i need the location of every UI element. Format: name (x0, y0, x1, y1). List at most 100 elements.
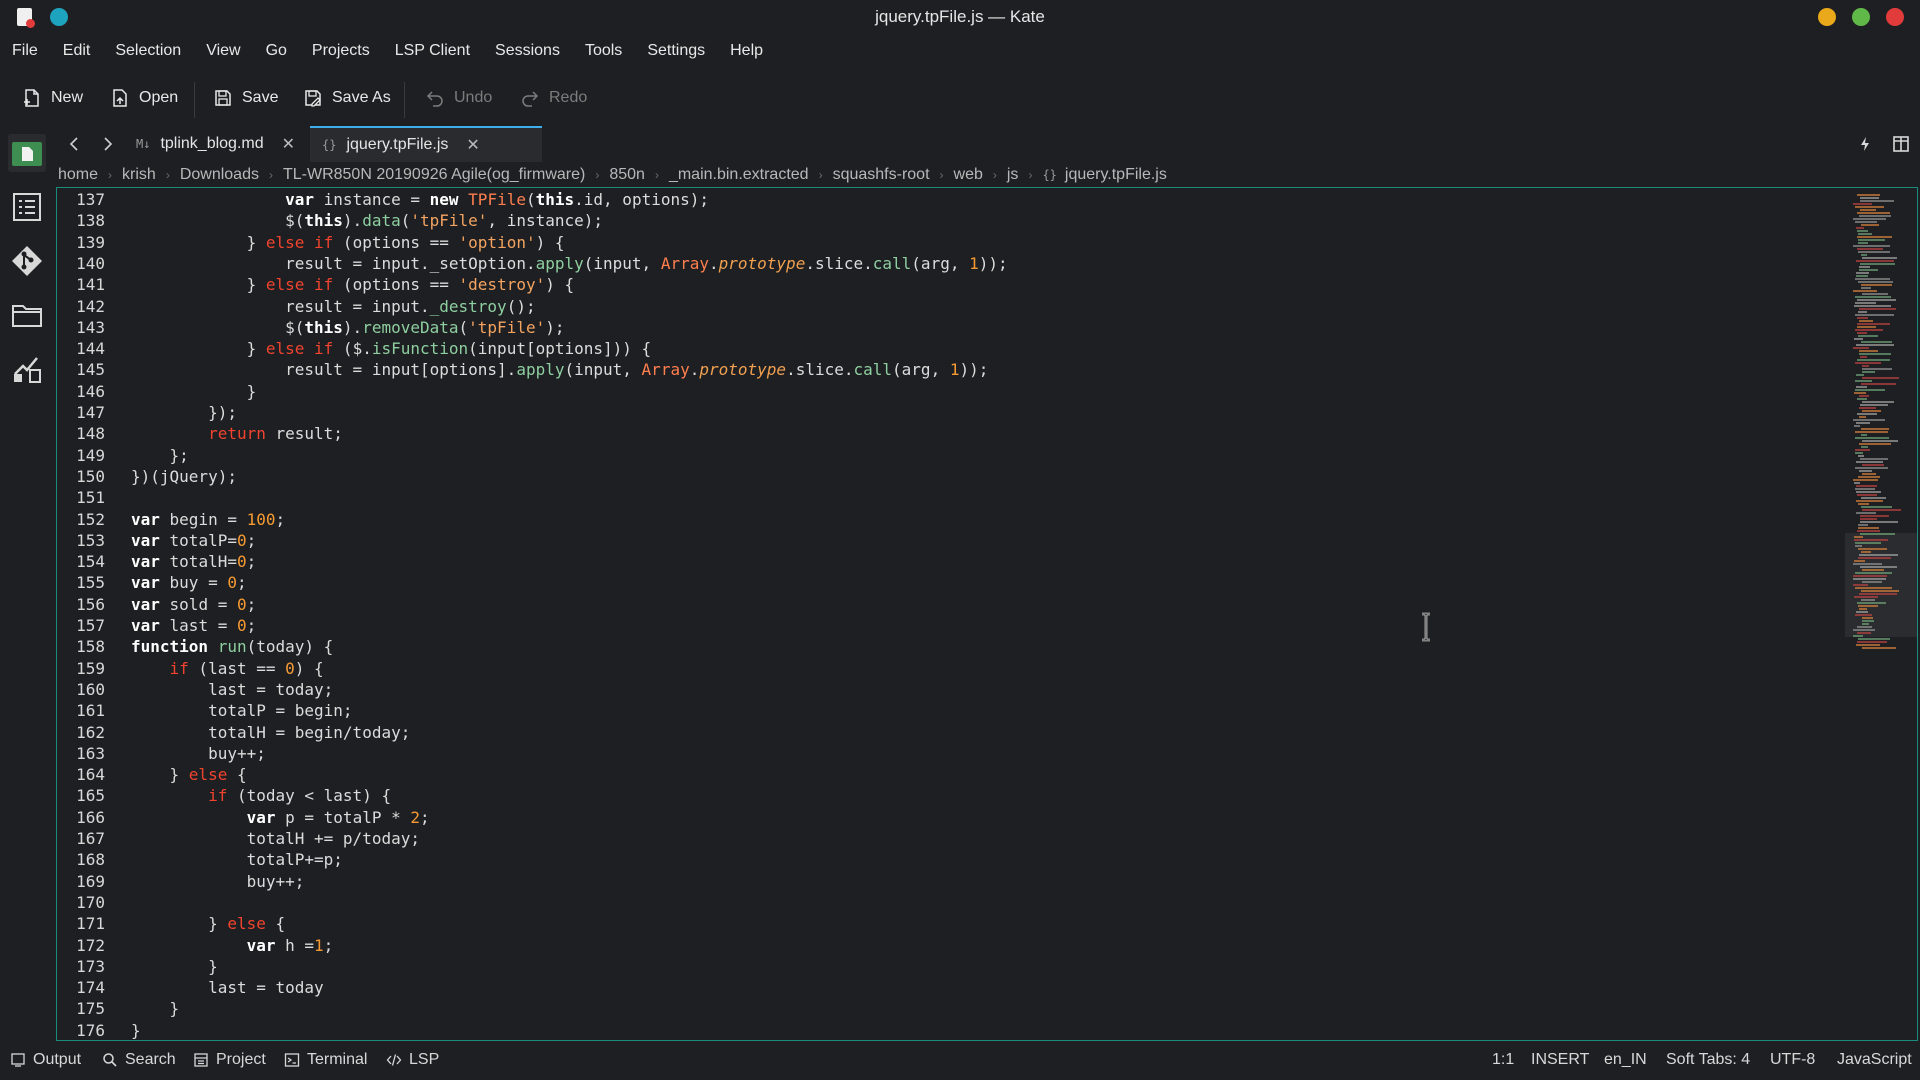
menu-edit[interactable]: Edit (51, 36, 104, 66)
menu-view[interactable]: View (194, 36, 253, 66)
minimap-line (1854, 482, 1860, 484)
minimap-line (1856, 512, 1876, 514)
undo-button[interactable]: Undo (425, 80, 492, 116)
close-tab-icon[interactable]: ✕ (282, 134, 295, 154)
git-panel-button[interactable] (8, 242, 46, 280)
breadcrumb-separator: › (654, 168, 659, 182)
minimap-line (1856, 422, 1870, 424)
code-line: var p = totalP * 2; (246, 807, 430, 827)
line-number-gutter: 137 138 139 140 141 142 143 144 145 146 147 148 149 1… (57, 188, 123, 1040)
menu-file[interactable]: File (0, 36, 51, 66)
minimap-line (1862, 365, 1869, 367)
minimap-line (1859, 269, 1878, 271)
menu-projects[interactable]: Projects (300, 36, 383, 66)
redo-button[interactable]: Redo (520, 80, 587, 116)
project-icon (194, 1053, 208, 1067)
line-number: 169 (76, 871, 105, 891)
minimap-line (1862, 509, 1901, 511)
menu-lsp-client[interactable]: LSP Client (383, 36, 483, 66)
indentation-setting[interactable]: Soft Tabs: 4 (1666, 1051, 1750, 1069)
spellcheck-language[interactable]: en_IN (1604, 1051, 1647, 1069)
save-button[interactable]: Save (213, 80, 278, 116)
code-line: totalH = begin/today; (131, 722, 411, 742)
minimap-line (1859, 320, 1873, 322)
minimap-line (1856, 461, 1883, 463)
minimap-line (1856, 227, 1864, 229)
code-line: if (today < last) { (208, 786, 392, 806)
menu-help[interactable]: Help (718, 36, 776, 66)
file-encoding[interactable]: UTF-8 (1770, 1051, 1815, 1069)
breadcrumb-item[interactable]: Downloads (180, 166, 259, 184)
minimize-button[interactable] (1818, 8, 1836, 26)
back-arrow-icon[interactable] (64, 134, 84, 154)
maximize-button[interactable] (1852, 8, 1870, 26)
code-line: var totalH=0; (131, 552, 257, 572)
project-panel-button[interactable]: Project (193, 1051, 266, 1069)
minimap-line (1861, 590, 1899, 592)
documents-panel-button[interactable] (8, 134, 46, 172)
new-button[interactable]: New (22, 80, 83, 116)
menu-bar: File Edit Selection View Go Projects LSP… (0, 36, 1920, 66)
breadcrumb-item[interactable]: krish (122, 166, 156, 184)
javascript-file-icon: {} (1042, 168, 1057, 182)
breadcrumb-item[interactable]: js (1007, 166, 1019, 184)
minimap-line (1859, 395, 1869, 397)
tab-jquery-tpfile[interactable]: {} jquery.tpFile.js ✕ (310, 126, 542, 162)
status-bar: Output Search Project Terminal LSP 1:1 I… (0, 1042, 1920, 1080)
syntax-mode[interactable]: JavaScript (1837, 1051, 1912, 1069)
breadcrumb-item[interactable]: jquery.tpFile.js (1065, 166, 1167, 184)
minimap-line (1854, 596, 1878, 598)
close-button[interactable] (1886, 8, 1904, 26)
minimap-line (1857, 413, 1877, 415)
minimap-line (1853, 347, 1869, 349)
minimap-line (1855, 380, 1872, 382)
code-line: var h =1; (246, 935, 334, 955)
breadcrumb-item[interactable]: 850n (609, 166, 645, 184)
forward-arrow-icon[interactable] (98, 134, 118, 154)
output-panel-button[interactable]: Output (10, 1051, 81, 1069)
menu-settings[interactable]: Settings (635, 36, 718, 66)
lsp-panel-button[interactable]: LSP (386, 1051, 439, 1069)
close-tab-icon[interactable]: ✕ (466, 135, 479, 155)
line-number: 172 (76, 935, 105, 955)
breadcrumb-item[interactable]: _main.bin.extracted (669, 166, 809, 184)
minimap-line (1855, 437, 1889, 439)
code-line: totalP+=p; (131, 850, 343, 870)
search-panel-button[interactable]: Search (102, 1051, 176, 1069)
breadcrumb-item[interactable]: web (954, 166, 983, 184)
line-number: 153 (76, 530, 105, 550)
split-view-icon[interactable] (1892, 135, 1910, 153)
undo-icon (426, 91, 443, 107)
menu-tools[interactable]: Tools (573, 36, 635, 66)
breadcrumb-item[interactable]: squashfs-root (833, 166, 930, 184)
breadcrumb-item[interactable]: home (58, 166, 98, 184)
line-number: 170 (76, 892, 105, 912)
menu-go[interactable]: Go (254, 36, 300, 66)
minimap-line (1855, 206, 1884, 208)
menu-sessions[interactable]: Sessions (483, 36, 573, 66)
minimap-line (1861, 224, 1879, 226)
code-editor[interactable]: 137 138 139 140 141 142 143 144 145 146 147 148 149 1… (56, 187, 1918, 1041)
minimap-line (1861, 287, 1871, 289)
minimap-line (1858, 311, 1867, 313)
code-line: var last = 0; (131, 616, 257, 635)
symbols-panel-button[interactable] (8, 188, 46, 226)
cursor-position[interactable]: 1:1 (1492, 1051, 1514, 1069)
left-side-panel (0, 130, 54, 1040)
quick-open-icon[interactable] (1856, 135, 1874, 153)
open-button[interactable]: Open (110, 80, 178, 116)
input-mode[interactable]: INSERT (1531, 1051, 1589, 1069)
code-line: last = today (131, 978, 324, 998)
terminal-panel-button[interactable]: Terminal (284, 1051, 367, 1069)
save-as-button[interactable]: Save As (303, 80, 391, 116)
code-text-area[interactable]: var instance = new TPFile(this.id, optio… (131, 188, 1841, 1040)
minimap-line (1853, 419, 1885, 421)
minimap-scrollbar[interactable] (1845, 188, 1917, 1040)
minimap-line (1853, 563, 1882, 565)
breadcrumb-item[interactable]: TL-WR850N 20190926 Agile(og_firmware) (283, 166, 585, 184)
filesystem-panel-button[interactable] (8, 296, 46, 334)
outline-panel-button[interactable] (8, 350, 46, 388)
menu-selection[interactable]: Selection (103, 36, 194, 66)
symbols-icon (13, 193, 41, 221)
minimap-line (1853, 635, 1863, 637)
